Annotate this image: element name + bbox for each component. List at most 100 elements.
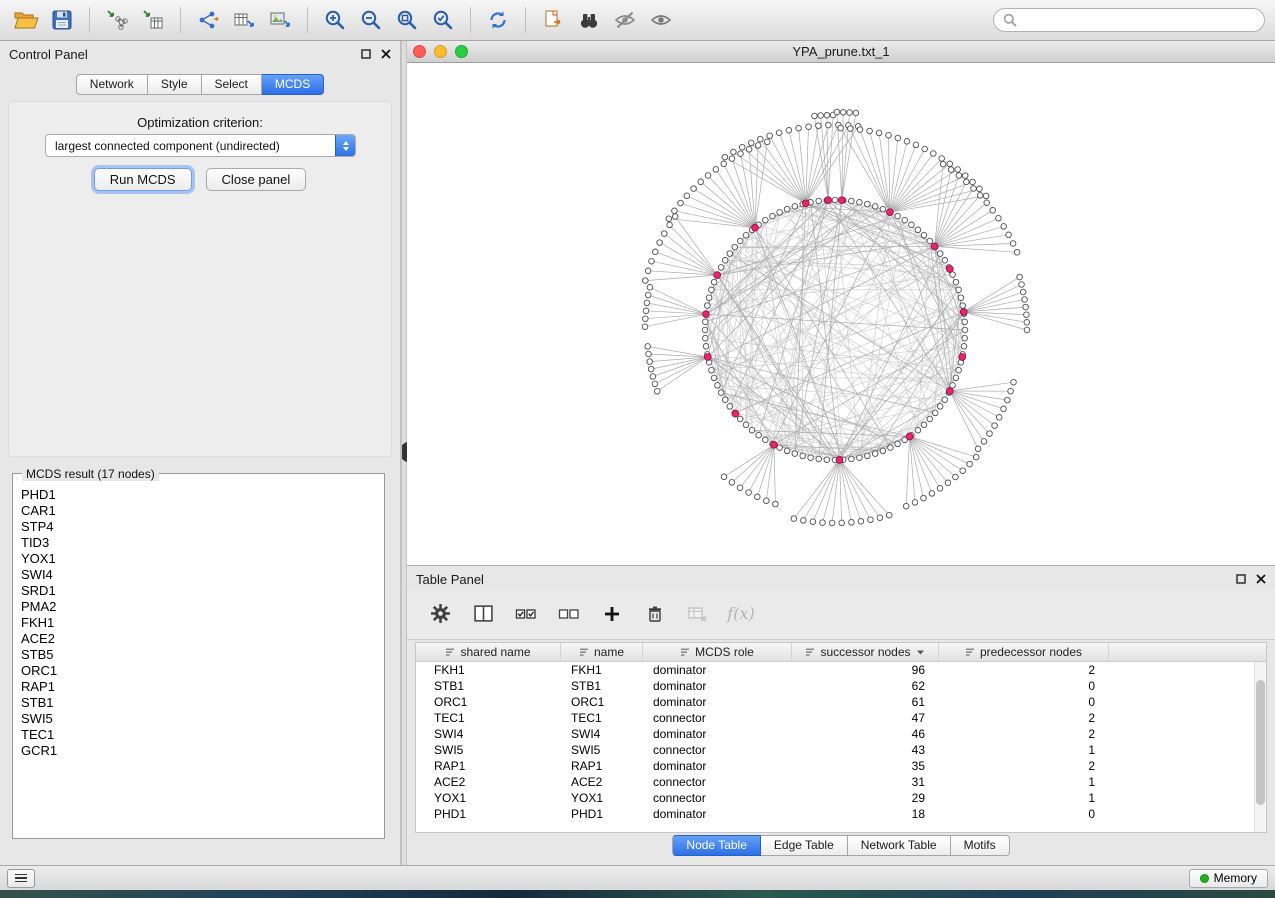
control-panel: Control Panel NetworkStyleSelectMCDS Opt… xyxy=(0,41,401,865)
export-image-icon xyxy=(268,8,292,32)
close-panel-button[interactable]: Close panel xyxy=(206,168,307,191)
mcds-result-item[interactable]: STB5 xyxy=(21,647,383,663)
mcds-result-item[interactable]: ACE2 xyxy=(21,631,383,647)
checked-boxes-icon xyxy=(515,604,537,624)
tab-mcds[interactable]: MCDS xyxy=(262,74,324,95)
table-settings-button[interactable] xyxy=(427,601,453,627)
float-panel-icon[interactable] xyxy=(1236,574,1246,584)
search-binoculars-button[interactable] xyxy=(573,4,605,36)
import-network-button[interactable] xyxy=(101,4,133,36)
export-table-button[interactable] xyxy=(228,4,260,36)
float-panel-icon[interactable] xyxy=(361,49,371,59)
column-header-name[interactable]: name xyxy=(561,643,643,661)
close-panel-icon[interactable] xyxy=(381,49,391,59)
scrollbar-thumb[interactable] xyxy=(1256,680,1265,805)
tab-select[interactable]: Select xyxy=(202,74,262,95)
mcds-result-item[interactable]: SWI4 xyxy=(21,567,383,583)
table-scrollbar[interactable] xyxy=(1254,662,1266,832)
zoom-selected-button[interactable] xyxy=(427,4,459,36)
cell-mcds_role: connector xyxy=(643,711,792,725)
show-graphics-details-button[interactable] xyxy=(645,4,677,36)
panel-menu-button[interactable] xyxy=(7,869,35,888)
cell-predecessor_nodes: 0 xyxy=(939,695,1109,709)
search-box[interactable] xyxy=(993,8,1265,32)
table-row[interactable]: ORC1ORC1dominator610 xyxy=(416,694,1266,710)
network-graph-canvas[interactable] xyxy=(407,63,1275,565)
zoom-out-button[interactable] xyxy=(355,4,387,36)
table-body: FKH1FKH1dominator962STB1STB1dominator620… xyxy=(416,662,1266,822)
cell-mcds_role: dominator xyxy=(643,807,792,821)
mcds-result-item[interactable]: STB1 xyxy=(21,695,383,711)
export-image-button[interactable] xyxy=(264,4,296,36)
show-columns-button[interactable] xyxy=(470,601,496,627)
select-all-rows-button[interactable] xyxy=(513,601,539,627)
cell-predecessor_nodes: 2 xyxy=(939,727,1109,741)
column-header-shared-name[interactable]: shared name xyxy=(416,643,561,661)
function-builder-button[interactable]: f(x) xyxy=(728,601,754,627)
mcds-result-item[interactable]: PHD1 xyxy=(21,487,383,503)
splitter-collapse-control[interactable] xyxy=(402,445,406,459)
mcds-result-item[interactable]: SWI5 xyxy=(21,711,383,727)
tab-motifs[interactable]: Motifs xyxy=(951,835,1010,856)
table-row[interactable]: RAP1RAP1dominator352 xyxy=(416,758,1266,774)
mcds-result-item[interactable]: SRD1 xyxy=(21,583,383,599)
mcds-result-title: MCDS result (17 nodes) xyxy=(22,467,159,481)
table-row[interactable]: STB1STB1dominator620 xyxy=(416,678,1266,694)
close-panel-icon[interactable] xyxy=(1256,574,1266,584)
table-row[interactable]: PHD1PHD1dominator180 xyxy=(416,806,1266,822)
clone-network-button[interactable] xyxy=(537,4,569,36)
criterion-select[interactable]: largest connected component (undirected) xyxy=(45,134,356,157)
refresh-view-button[interactable] xyxy=(482,4,514,36)
add-column-button[interactable] xyxy=(599,601,625,627)
cell-shared_name: RAP1 xyxy=(416,759,561,773)
column-header-successor-nodes[interactable]: successor nodes xyxy=(792,643,939,661)
mcds-result-item[interactable]: TID3 xyxy=(21,535,383,551)
table-row[interactable]: ACE2ACE2connector311 xyxy=(416,774,1266,790)
zoom-fit-button[interactable] xyxy=(391,4,423,36)
mcds-result-item[interactable]: FKH1 xyxy=(21,615,383,631)
column-header-MCDS-role[interactable]: MCDS role xyxy=(643,643,792,661)
tab-network-table[interactable]: Network Table xyxy=(848,835,951,856)
mcds-result-item[interactable]: YOX1 xyxy=(21,551,383,567)
mcds-result-item[interactable]: STP4 xyxy=(21,519,383,535)
delete-columns-button[interactable] xyxy=(642,601,668,627)
table-row[interactable]: YOX1YOX1connector291 xyxy=(416,790,1266,806)
search-input[interactable] xyxy=(1023,13,1255,27)
mcds-result-item[interactable]: TEC1 xyxy=(21,727,383,743)
open-session-button[interactable] xyxy=(10,4,42,36)
tab-edge-table[interactable]: Edge Table xyxy=(761,835,848,856)
deselect-all-rows-button[interactable] xyxy=(556,601,582,627)
table-row[interactable]: TEC1TEC1connector472 xyxy=(416,710,1266,726)
import-table-disabled-button[interactable] xyxy=(685,601,711,627)
node-table: shared namenameMCDS rolesuccessor nodesp… xyxy=(415,642,1267,833)
mcds-result-item[interactable]: GCR1 xyxy=(21,743,383,759)
run-mcds-button[interactable]: Run MCDS xyxy=(94,168,192,191)
table-row[interactable]: SWI4SWI4dominator462 xyxy=(416,726,1266,742)
desktop-wallpaper-strip xyxy=(0,890,1275,898)
table-row[interactable]: SWI5SWI5connector431 xyxy=(416,742,1266,758)
import-network-icon xyxy=(105,8,129,32)
save-session-button[interactable] xyxy=(46,4,78,36)
cell-name: PHD1 xyxy=(561,807,643,821)
cell-shared_name: TEC1 xyxy=(416,711,561,725)
tab-network[interactable]: Network xyxy=(76,74,148,95)
memory-status-icon xyxy=(1200,874,1209,883)
mcds-result-list[interactable]: PHD1CAR1STP4TID3YOX1SWI4SRD1PMA2FKH1ACE2… xyxy=(14,480,383,837)
plus-icon xyxy=(602,604,622,624)
mcds-result-item[interactable]: PMA2 xyxy=(21,599,383,615)
tab-style[interactable]: Style xyxy=(148,74,202,95)
hide-graphics-details-button[interactable] xyxy=(609,4,641,36)
zoom-in-button[interactable] xyxy=(319,4,351,36)
import-table-button[interactable] xyxy=(137,4,169,36)
memory-button[interactable]: Memory xyxy=(1189,869,1268,888)
tab-node-table[interactable]: Node Table xyxy=(672,835,761,856)
column-header-filler xyxy=(1109,643,1266,661)
columns-icon xyxy=(473,603,494,624)
network-window-titlebar[interactable]: YPA_prune.txt_1 xyxy=(407,41,1275,63)
column-header-predecessor-nodes[interactable]: predecessor nodes xyxy=(939,643,1109,661)
table-row[interactable]: FKH1FKH1dominator962 xyxy=(416,662,1266,678)
mcds-result-item[interactable]: RAP1 xyxy=(21,679,383,695)
mcds-result-item[interactable]: ORC1 xyxy=(21,663,383,679)
mcds-result-item[interactable]: CAR1 xyxy=(21,503,383,519)
export-network-button[interactable] xyxy=(192,4,224,36)
